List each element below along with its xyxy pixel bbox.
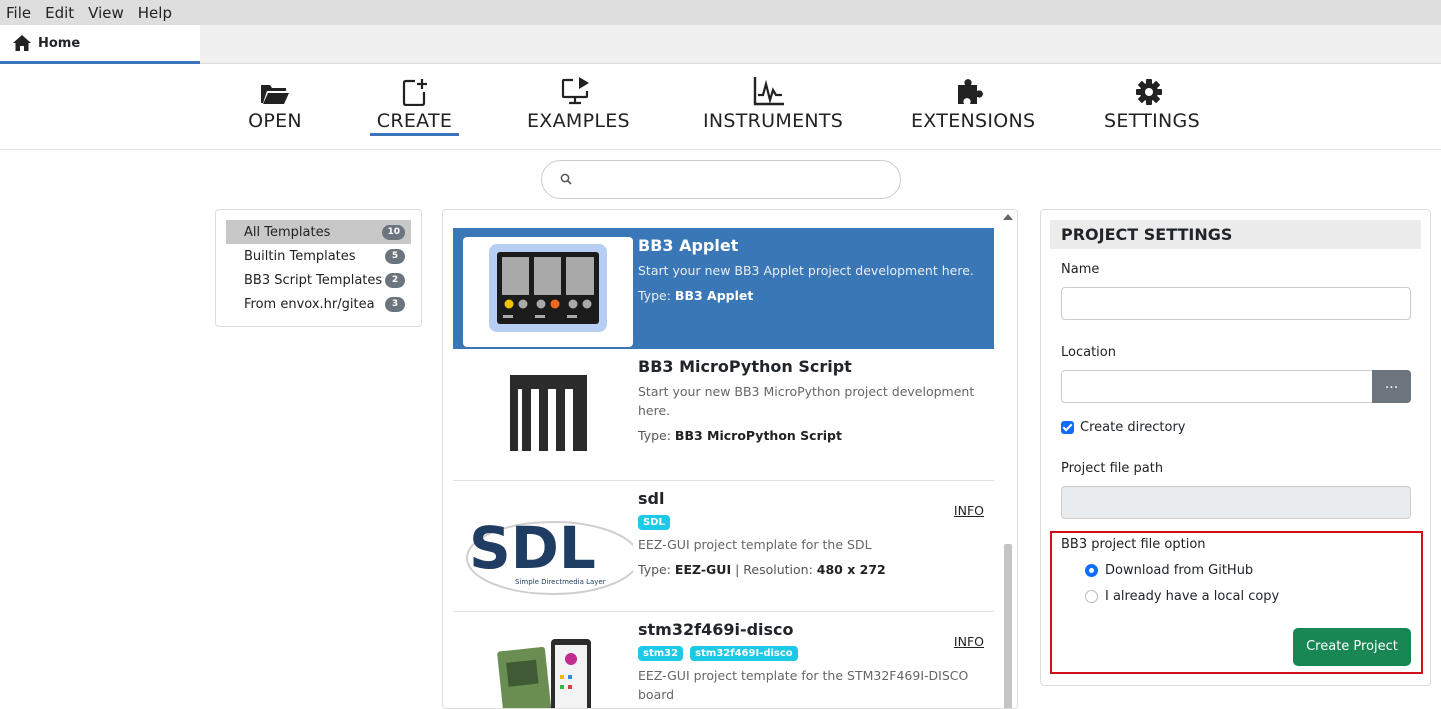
count-badge: 10 (382, 224, 405, 240)
template-type: Type: BB3 MicroPython Script (638, 428, 842, 443)
template-categories: All Templates 10 Builtin Templates 5 BB3… (215, 209, 422, 327)
nav-instruments-label: INSTRUMENTS (703, 110, 844, 132)
nav-settings[interactable]: SETTINGS (1104, 74, 1200, 132)
nav-open[interactable]: OPEN (245, 74, 305, 132)
info-link[interactable]: INFO (954, 634, 984, 649)
category-label: All Templates (244, 224, 331, 240)
menubar: File Edit View Help (0, 0, 1441, 25)
nav-settings-label: SETTINGS (1104, 110, 1200, 132)
category-all-templates[interactable]: All Templates 10 (226, 220, 411, 244)
menu-edit[interactable]: Edit (45, 4, 74, 22)
template-item-bb3-applet[interactable]: BB3 Applet Start your new BB3 Applet pro… (453, 228, 994, 349)
checkbox-checked-icon (1061, 421, 1074, 434)
template-title: BB3 MicroPython Script (638, 357, 852, 376)
template-list: BB3 Applet Start your new BB3 Applet pro… (442, 209, 1018, 709)
info-link[interactable]: INFO (954, 503, 984, 518)
stm32-board-image (463, 621, 633, 708)
list-scrollbar[interactable] (1002, 214, 1014, 708)
template-description: EEZ-GUI project template for the SDL (638, 537, 872, 552)
home-icon (13, 35, 31, 51)
micropython-logo (463, 358, 633, 468)
template-description: EEZ-GUI project template for the STM32F4… (638, 668, 969, 702)
category-label: From envox.hr/gitea (244, 296, 375, 312)
category-builtin-templates[interactable]: Builtin Templates 5 (226, 244, 411, 268)
count-badge: 5 (385, 248, 405, 264)
create-directory-checkbox[interactable]: Create directory (1061, 420, 1186, 435)
count-badge: 2 (385, 272, 405, 288)
nav-create-label: CREATE (376, 110, 453, 132)
nav-create[interactable]: CREATE (370, 74, 459, 136)
name-field[interactable] (1061, 287, 1411, 320)
main-nav: OPEN CREATE EXAMPLES INSTRUMENTS EXTENSI… (0, 64, 1441, 150)
scroll-up-arrow-icon[interactable] (1003, 214, 1013, 220)
nav-open-label: OPEN (248, 110, 302, 132)
tag-badge: stm32 (638, 646, 684, 661)
project-file-path-field (1061, 486, 1411, 519)
template-description: Start your new BB3 Applet project develo… (638, 263, 974, 278)
puzzle-icon (958, 79, 983, 104)
browse-button[interactable]: ... (1372, 370, 1411, 403)
sdl-logo: SDL Simple Directmedia Layer (463, 490, 640, 600)
tab-strip: Home (0, 25, 1441, 64)
template-title: stm32f469i-disco (638, 620, 794, 639)
project-settings-header: PROJECT SETTINGS (1050, 220, 1421, 249)
category-label: BB3 Script Templates (244, 272, 383, 288)
bb3-applet-thumbnail (463, 237, 633, 347)
svg-text:Simple Directmedia Layer: Simple Directmedia Layer (515, 578, 606, 586)
create-directory-label: Create directory (1080, 420, 1186, 435)
nav-instruments[interactable]: INSTRUMENTS (703, 74, 843, 132)
category-label: Builtin Templates (244, 248, 356, 264)
tag-badge: stm32f469I-disco (690, 646, 798, 661)
nav-examples-label: EXAMPLES (527, 110, 630, 132)
highlight-box (1050, 531, 1423, 674)
tab-home-label: Home (38, 35, 81, 51)
monitor-play-icon (561, 77, 589, 105)
template-title: BB3 Applet (638, 236, 739, 255)
folder-open-icon (261, 85, 289, 104)
template-item-stm32f469i-disco[interactable]: stm32f469i-disco stm32 stm32f469I-disco … (453, 611, 994, 708)
menu-help[interactable]: Help (138, 4, 172, 22)
template-title: sdl (638, 489, 665, 508)
template-item-sdl[interactable]: SDL Simple Directmedia Layer sdl SDL EEZ… (453, 480, 994, 611)
category-bb3-script-templates[interactable]: BB3 Script Templates 2 (226, 268, 411, 292)
project-file-path-label: Project file path (1061, 461, 1164, 476)
name-label: Name (1061, 262, 1100, 277)
tag-badge: SDL (638, 515, 670, 530)
search-input[interactable] (541, 160, 901, 199)
count-badge: 3 (385, 296, 405, 312)
file-plus-icon (402, 79, 427, 106)
template-type: Type: EEZ-GUI | Resolution: 480 x 272 (638, 562, 886, 577)
svg-text:SDL: SDL (469, 514, 596, 582)
nav-extensions[interactable]: EXTENSIONS (911, 74, 1035, 132)
menu-view[interactable]: View (88, 4, 124, 22)
nav-examples[interactable]: EXAMPLES (527, 74, 630, 132)
template-type: Type: BB3 Applet (638, 288, 754, 303)
template-item-bb3-micropython[interactable]: BB3 MicroPython Script Start your new BB… (453, 349, 994, 480)
menu-file[interactable]: File (6, 4, 31, 22)
search-icon (560, 173, 572, 185)
pulse-chart-icon (753, 77, 784, 106)
nav-extensions-label: EXTENSIONS (911, 110, 1036, 132)
location-label: Location (1061, 345, 1116, 360)
tab-home[interactable]: Home (0, 25, 200, 64)
scroll-thumb[interactable] (1004, 544, 1012, 708)
category-envox-gitea[interactable]: From envox.hr/gitea 3 (226, 292, 411, 316)
location-field[interactable] (1061, 370, 1411, 403)
template-description: Start your new BB3 MicroPython project d… (638, 384, 975, 418)
gear-icon (1136, 79, 1162, 105)
